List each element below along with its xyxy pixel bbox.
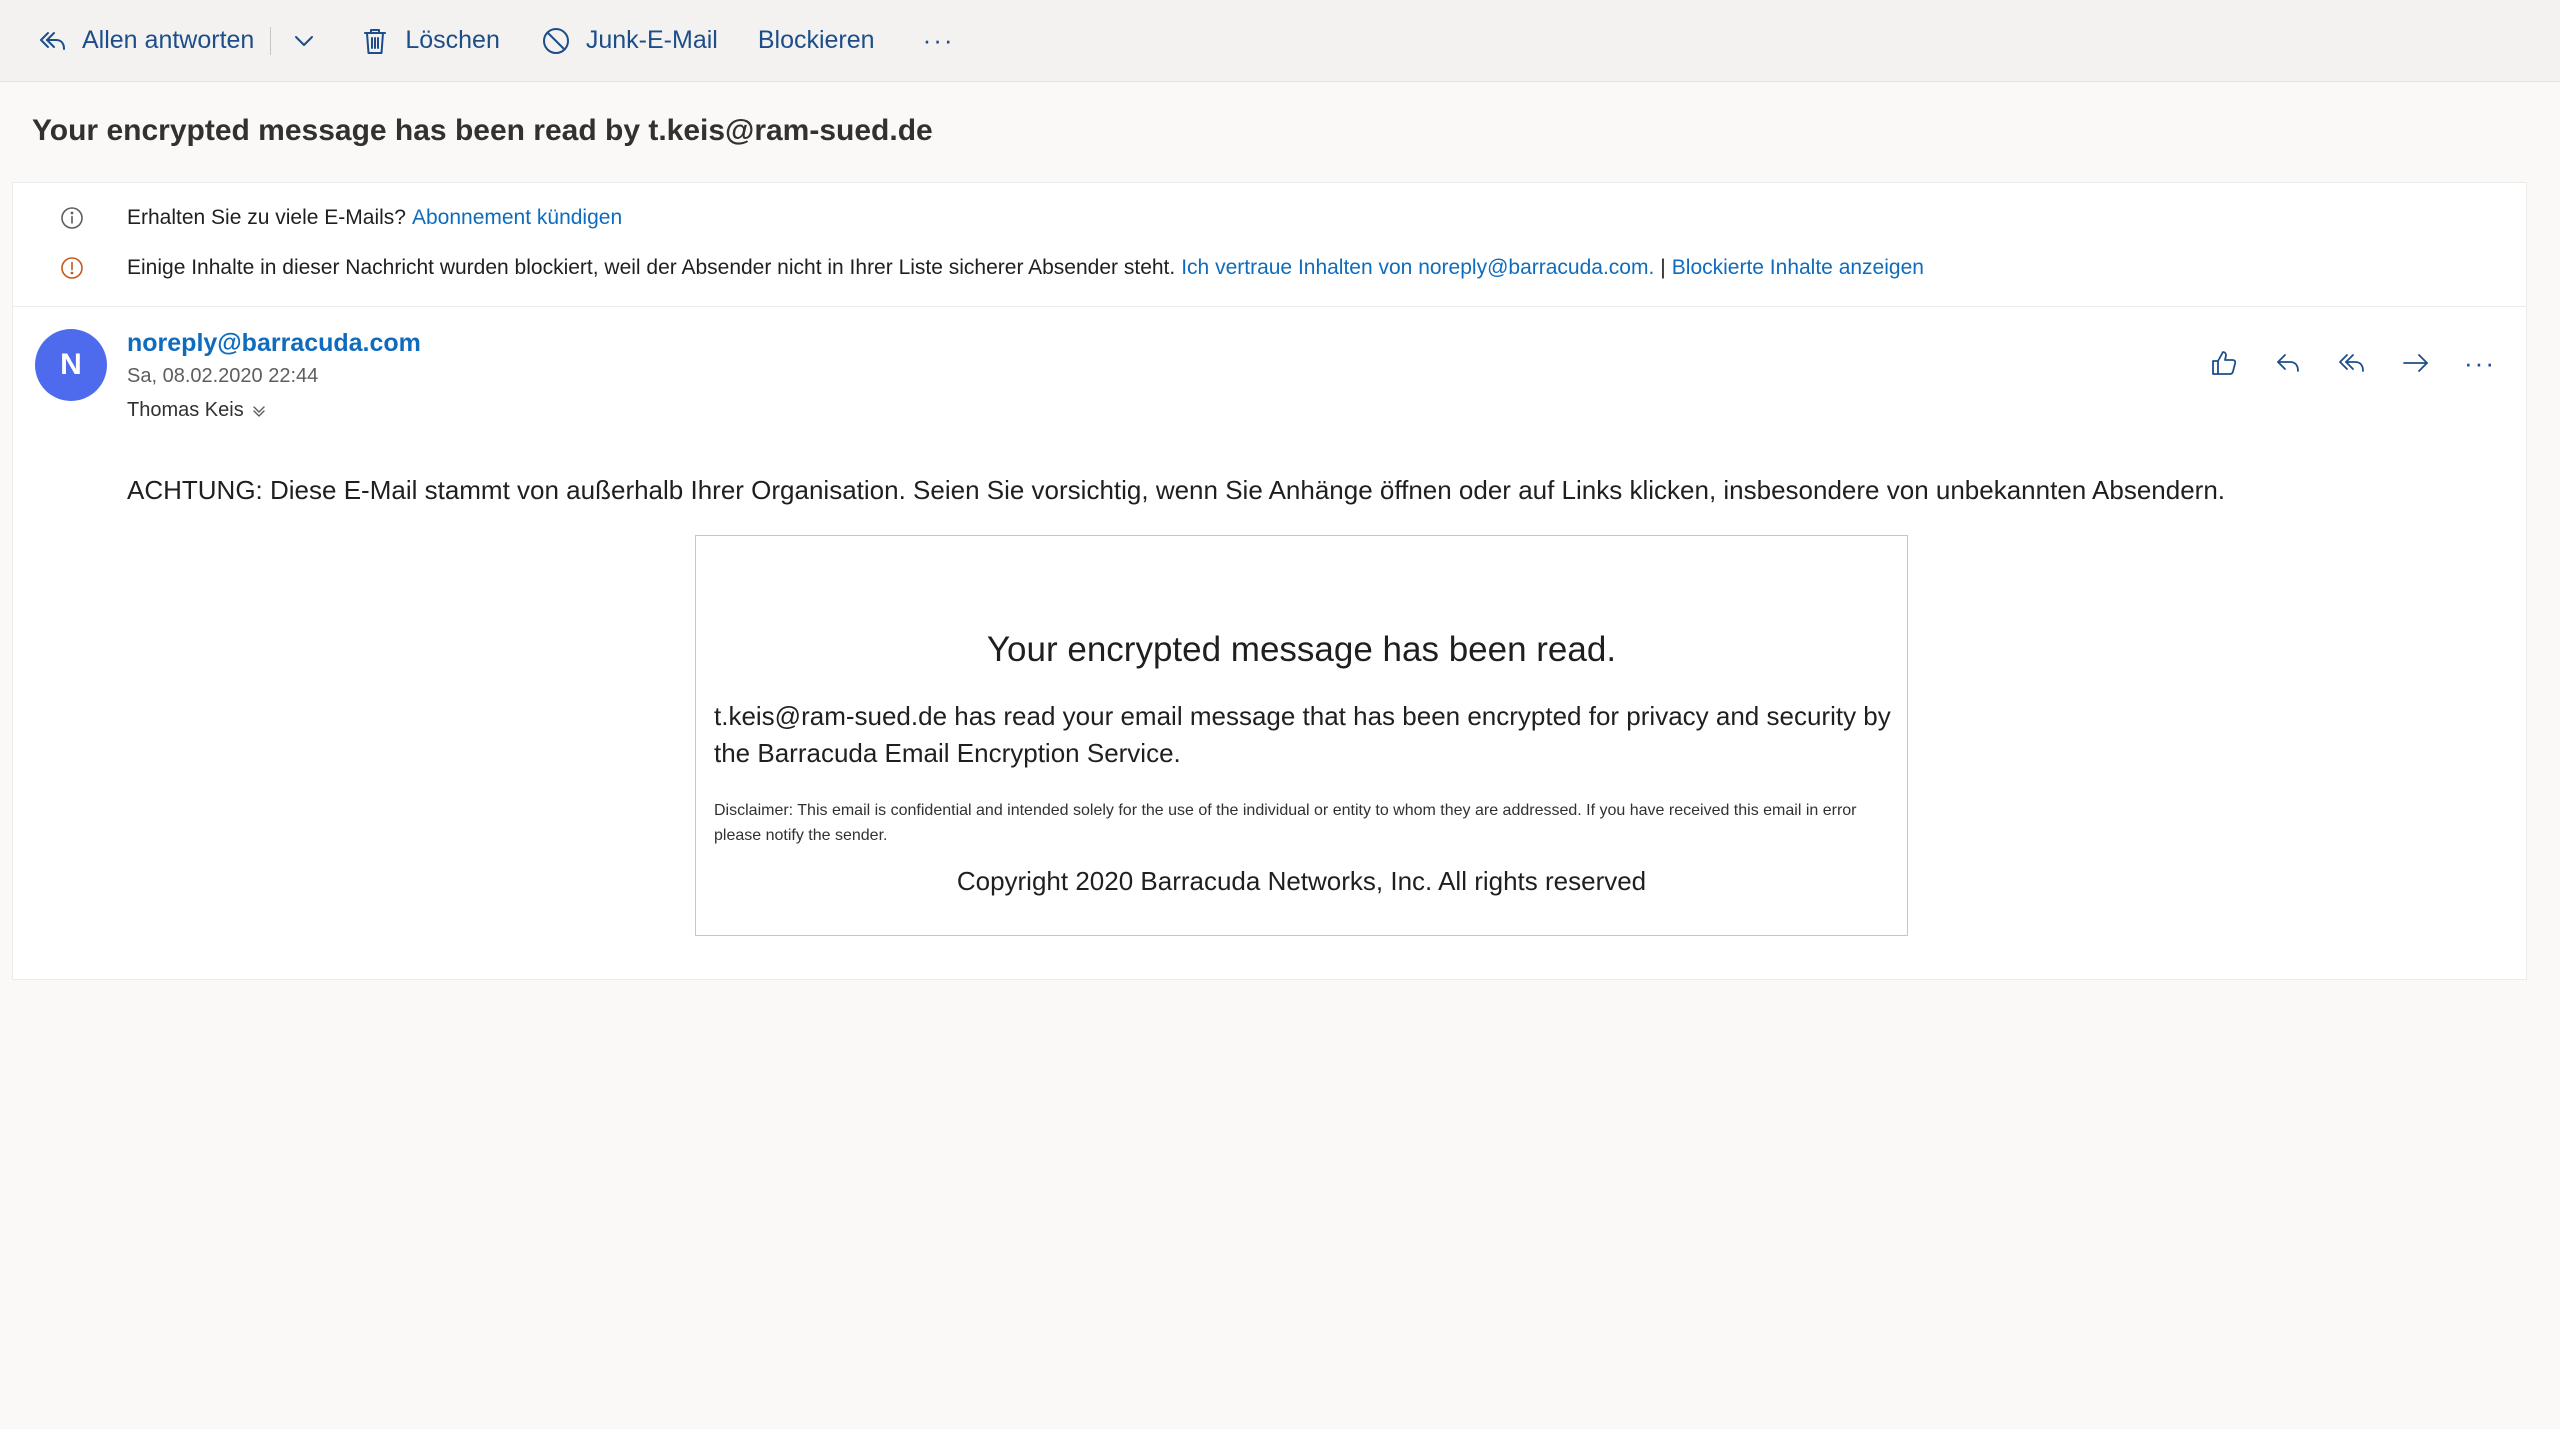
command-bar: Allen antworten Löschen Junk-E-Mail Bloc… [0,0,2560,82]
notice-text: t.keis@ram-sued.de has read your email m… [714,701,1891,768]
delete-button[interactable]: Löschen [353,11,506,71]
info-icon [61,207,83,229]
junk-label: Junk-E-Mail [585,26,718,54]
trust-sender-link[interactable]: Ich vertraue Inhalten von noreply@barrac… [1181,256,1654,280]
block-icon [542,27,569,54]
notice-title: Your encrypted message has been read. [986,630,1617,669]
split-divider [270,26,272,55]
chevron-down-icon [295,35,314,46]
show-blocked-content-link[interactable]: Blockierte Inhalte anzeigen [1672,256,1924,280]
message-actions: ··· [2192,339,2512,387]
reply-options-dropdown[interactable] [283,11,325,71]
reply-all-icon [40,31,65,50]
more-icon: ··· [922,25,955,55]
double-chevron-down-icon [253,405,265,417]
like-button[interactable] [2192,339,2256,387]
blocked-text: Einige Inhalte in dieser Nachricht wurde… [127,256,1176,279]
block-button[interactable]: Blockieren [752,11,881,71]
message-subject: Your encrypted message has been read by … [32,114,933,147]
unsubscribe-notice: Erhalten Sie zu viele E-Mails? Abonnemen… [59,205,622,231]
warning-icon [61,257,83,279]
more-icon: ··· [2464,347,2496,378]
delete-label: Löschen [405,26,500,54]
unsubscribe-link[interactable]: Abonnement kündigen [412,206,622,230]
reply-button[interactable] [2256,339,2320,387]
message-more-button[interactable]: ··· [2448,339,2512,387]
reply-all-label: Allen antworten [82,26,255,54]
recipient-toggle[interactable]: Thomas Keis [127,399,268,422]
info-bar: Erhalten Sie zu viele E-Mails? Abonnemen… [13,183,2526,307]
recipient-name: Thomas Keis [127,399,244,421]
reply-all-icon [2339,354,2364,372]
blocked-content-notice: Einige Inhalte in dieser Nachricht wurde… [59,255,1924,281]
message-card: Erhalten Sie zu viele E-Mails? Abonnemen… [12,182,2527,980]
more-actions-button[interactable]: ··· [917,11,961,71]
disclaimer-text: Disclaimer: This email is confidential a… [714,802,1857,844]
avatar[interactable]: N [35,329,107,401]
unsubscribe-text: Erhalten Sie zu viele E-Mails? [127,206,406,229]
external-sender-warning: ACHTUNG: Diese E-Mail stammt von außerha… [127,475,2226,505]
message-date: Sa, 08.02.2020 22:44 [127,365,319,387]
forward-icon [2403,354,2428,372]
sender-address[interactable]: noreply@barracuda.com [127,329,421,358]
reply-all-message-button[interactable] [2320,339,2384,387]
link-separator: | [1660,256,1666,279]
copyright-text: Copyright 2020 Barracuda Networks, Inc. … [956,866,1647,896]
reply-icon [2277,354,2299,372]
junk-button[interactable]: Junk-E-Mail [534,11,724,71]
thumbs-up-icon [2212,351,2237,375]
encryption-notice-box: Your encrypted message has been read. t.… [695,535,1908,936]
forward-button[interactable] [2384,339,2448,387]
trash-icon [364,28,387,54]
reply-all-button[interactable]: Allen antworten [30,11,260,71]
block-label: Blockieren [757,26,875,54]
